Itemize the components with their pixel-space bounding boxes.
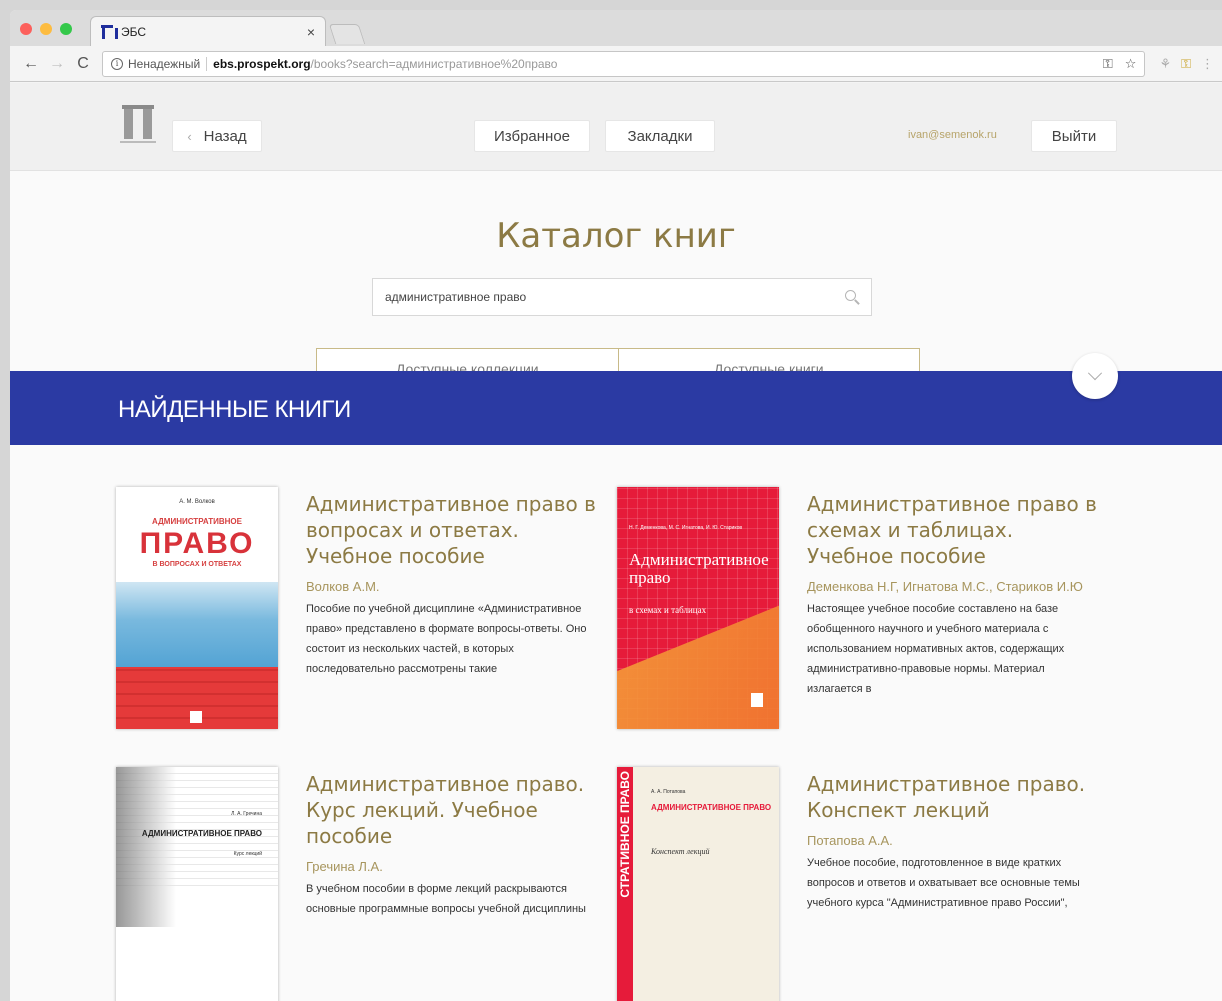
page-content: ‹ Назад Избранное Закладки ivan@semenok.… — [10, 83, 1222, 1001]
tab-bar: ЭБС × — [10, 10, 1222, 46]
book-author: Деменкова Н.Г, Игнатова М.С., Стариков И… — [807, 579, 1083, 594]
book-cover[interactable]: Н. Г. Деменкова, М. С. Игнатова, И. Ю. С… — [617, 487, 779, 729]
cover-title-main: АДМИНИСТРАТИВНОЕ ПРАВО — [141, 829, 262, 838]
extension-icon[interactable]: ⚘ — [1159, 56, 1171, 72]
user-email: ivan@semenok.ru — [908, 129, 997, 141]
bookmark-star-icon[interactable]: ☆ — [1125, 56, 1137, 72]
book-description: Настоящее учебное пособие составлено на … — [807, 603, 1065, 695]
book-author: Потапова А.А. — [807, 833, 893, 848]
url-host: ebs.prospekt.org — [213, 56, 311, 71]
extensions-area: ⚘ ⚿ ⋮ — [1159, 56, 1214, 72]
window-maximize-button[interactable] — [60, 23, 72, 35]
chevron-down-icon — [1087, 366, 1103, 381]
cover-title-main: АДМИНИСТРАТИВНОЕ ПРАВО — [651, 803, 772, 812]
cover-author: Л. А. Гречина — [231, 811, 262, 817]
browser-window: ЭБС × ← → C i Ненадежный ebs.prospekt.or… — [10, 10, 1222, 1001]
book-item: СТРАТИВНОЕ ПРАВО А. А. Потапова АДМИНИСТ… — [617, 767, 1107, 1001]
new-tab-button[interactable] — [328, 24, 366, 44]
book-description: Учебное пособие, подготовленное в виде к… — [807, 857, 1080, 909]
site-favicon-icon — [101, 24, 118, 39]
search-box — [372, 278, 872, 316]
chevron-left-icon: ‹ — [187, 128, 192, 144]
back-arrow-icon[interactable]: ← — [18, 51, 44, 77]
book-info: Административное право в вопросах и отве… — [306, 491, 598, 679]
back-button[interactable]: ‹ Назад — [172, 120, 262, 152]
publisher-logo-icon — [190, 711, 202, 723]
found-books-banner: НАЙДЕННЫЕ КНИГИ — [10, 371, 1222, 445]
tab-close-icon[interactable]: × — [307, 24, 315, 40]
password-key-icon[interactable]: ⚿ — [1103, 56, 1113, 72]
book-author: Волков А.М. — [306, 579, 380, 594]
browser-tab[interactable]: ЭБС × — [90, 16, 326, 46]
book-cover[interactable]: СТРАТИВНОЕ ПРАВО А. А. Потапова АДМИНИСТ… — [617, 767, 779, 1001]
page-title: Каталог книг — [496, 216, 736, 256]
favorites-button[interactable]: Избранное — [474, 120, 590, 152]
site-header: ‹ Назад Избранное Закладки ivan@semenok.… — [10, 83, 1222, 171]
search-input[interactable] — [385, 290, 845, 304]
cover-subtitle: В ВОПРОСАХ И ОТВЕТАХ — [152, 561, 242, 568]
cover-author: А. А. Потапова — [651, 789, 686, 795]
book-item: Н. Г. Деменкова, М. С. Игнатова, И. Ю. С… — [617, 487, 1107, 737]
cover-spine-text: СТРАТИВНОЕ ПРАВО — [618, 771, 632, 898]
cover-title-main: ПРАВО — [139, 527, 255, 560]
search-icon[interactable] — [845, 290, 859, 304]
scroll-down-button[interactable] — [1072, 353, 1118, 399]
book-item: Л. А. Гречина АДМИНИСТРАТИВНОЕ ПРАВО Кур… — [116, 767, 606, 1001]
book-description: Пособие по учебной дисциплине «Администр… — [306, 603, 587, 675]
security-label: Ненадежный — [128, 56, 201, 71]
book-title[interactable]: Административное право. Конспект лекций — [807, 771, 1099, 823]
menu-icon[interactable]: ⋮ — [1201, 56, 1214, 72]
cover-title-main: Административное право — [629, 550, 769, 587]
address-bar[interactable]: i Ненадежный ebs.prospekt.org /books?sea… — [102, 50, 1146, 77]
extension-key-icon[interactable]: ⚿ — [1181, 56, 1191, 72]
url-path: /books?search=административное%20право — [310, 56, 558, 71]
book-title[interactable]: Административное право. Курс лекций. Уче… — [306, 771, 598, 849]
book-info: Административное право в схемах и таблиц… — [807, 491, 1099, 699]
book-title[interactable]: Административное право в вопросах и отве… — [306, 491, 598, 569]
cover-author: А. М. Волков — [179, 499, 215, 505]
window-close-button[interactable] — [20, 23, 32, 35]
info-icon[interactable]: i — [111, 57, 123, 70]
book-info: Административное право. Курс лекций. Уче… — [306, 771, 598, 919]
book-description: В учебном пособии в форме лекций раскрыв… — [306, 883, 586, 915]
browser-toolbar: ← → C i Ненадежный ebs.prospekt.org /boo… — [10, 46, 1222, 82]
reload-icon[interactable]: C — [70, 51, 96, 77]
cover-subtitle: Курс лекций — [233, 851, 262, 857]
book-cover[interactable]: А. М. Волков АДМИНИСТРАТИВНОЕ ПРАВО В ВО… — [116, 487, 278, 729]
cover-subtitle: в схемах и таблицах — [629, 605, 707, 615]
cover-title-line: АДМИНИСТРАТИВНОЕ — [152, 517, 242, 526]
book-item: А. М. Волков АДМИНИСТРАТИВНОЕ ПРАВО В ВО… — [116, 487, 606, 737]
site-logo-icon[interactable] — [120, 105, 156, 147]
book-cover[interactable]: Л. А. Гречина АДМИНИСТРАТИВНОЕ ПРАВО Кур… — [116, 767, 278, 1001]
book-author: Гречина Л.А. — [306, 859, 383, 874]
url-divider — [206, 56, 208, 71]
cover-subtitle: Конспект лекций — [651, 847, 710, 856]
back-button-label: Назад — [203, 127, 247, 145]
publisher-logo-icon — [751, 693, 763, 707]
bookmarks-button[interactable]: Закладки — [605, 120, 715, 152]
tab-title: ЭБС — [121, 24, 147, 39]
section-title: НАЙДЕННЫЕ КНИГИ — [118, 396, 351, 423]
forward-arrow-icon[interactable]: → — [44, 51, 70, 77]
book-info: Административное право. Конспект лекций … — [807, 771, 1099, 913]
book-title[interactable]: Административное право в схемах и таблиц… — [807, 491, 1099, 569]
window-minimize-button[interactable] — [40, 23, 52, 35]
logout-button[interactable]: Выйти — [1031, 120, 1117, 152]
cover-author: Н. Г. Деменкова, М. С. Игнатова, И. Ю. С… — [629, 525, 743, 531]
